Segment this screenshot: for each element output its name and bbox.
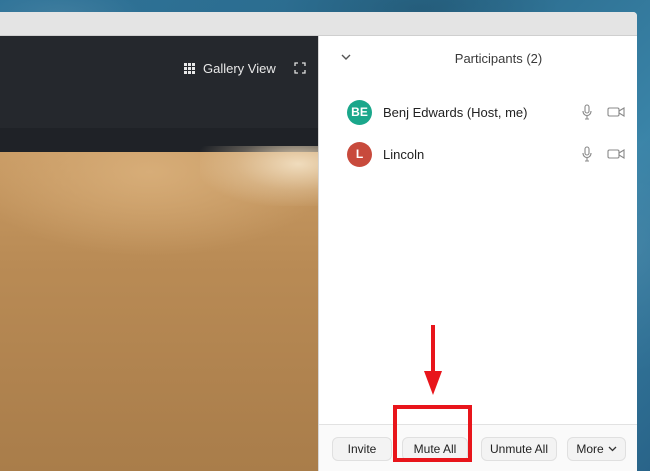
unmute-all-button[interactable]: Unmute All <box>481 437 557 461</box>
participant-name: Benj Edwards (Host, me) <box>383 104 528 120</box>
avatar: L <box>347 141 372 167</box>
fullscreen-icon[interactable] <box>294 62 306 74</box>
participant-name: Lincoln <box>383 146 425 162</box>
participant-video-feed <box>0 146 318 471</box>
panel-header: Participants (2) <box>319 36 637 80</box>
window-titlebar[interactable] <box>0 12 637 36</box>
video-area: Gallery View <box>0 36 318 471</box>
more-button[interactable]: More <box>567 437 626 461</box>
panel-footer: Invite Mute All Unmute All More <box>319 424 637 471</box>
meeting-window: Gallery View Participants (2) BE Benj Ed… <box>0 12 637 471</box>
panel-title: Participants (2) <box>454 51 543 66</box>
more-label: More <box>576 442 604 456</box>
video-header-bar <box>0 36 318 128</box>
chevron-down-icon <box>608 446 617 452</box>
participant-row[interactable]: BE Benj Edwards (Host, me) <box>319 95 637 129</box>
avatar: BE <box>347 99 372 125</box>
invite-button[interactable]: Invite <box>332 437 392 461</box>
microphone-icon[interactable] <box>582 104 592 120</box>
red-arrow-annotation <box>424 325 442 395</box>
participant-row[interactable]: L Lincoln <box>319 137 637 171</box>
highlight-box-annotation <box>393 405 472 462</box>
gallery-view-label: Gallery View <box>203 60 276 76</box>
grid-icon <box>184 62 195 74</box>
video-camera-icon[interactable] <box>607 148 625 160</box>
participants-panel: Participants (2) BE Benj Edwards (Host, … <box>318 36 637 471</box>
microphone-icon[interactable] <box>582 146 592 162</box>
video-camera-icon[interactable] <box>607 106 625 118</box>
gallery-view-button[interactable]: Gallery View <box>184 57 276 79</box>
